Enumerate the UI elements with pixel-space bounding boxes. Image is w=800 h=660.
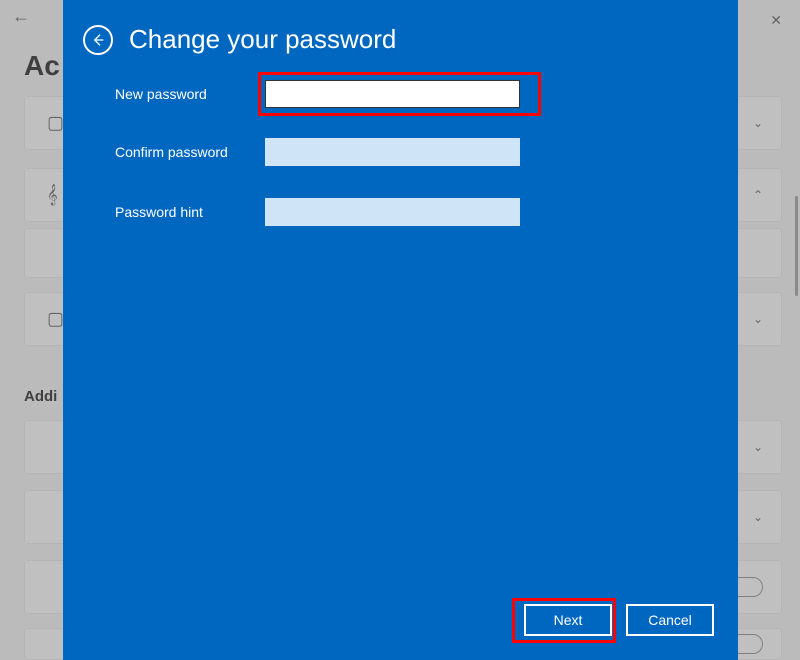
- card-icon: ▢: [47, 309, 64, 330]
- modal-title: Change your password: [129, 24, 396, 55]
- scrollbar: [795, 196, 798, 296]
- arrow-left-icon: [90, 32, 106, 48]
- back-arrow-icon: ←: [12, 6, 30, 26]
- card-icon: ▢: [47, 113, 64, 134]
- section-label: Addi: [24, 388, 57, 405]
- page-title: Ac: [24, 50, 60, 82]
- next-button[interactable]: Next: [524, 604, 612, 636]
- chevron-up-icon: ⌃: [753, 188, 763, 202]
- chevron-down-icon: ⌄: [753, 440, 763, 454]
- chevron-down-icon: ⌄: [753, 116, 763, 130]
- chevron-down-icon: ⌄: [753, 312, 763, 326]
- new-password-label: New password: [115, 86, 265, 102]
- key-icon: 𝄞: [47, 185, 58, 206]
- new-password-input[interactable]: [265, 80, 520, 108]
- back-button[interactable]: [83, 25, 113, 55]
- password-hint-input[interactable]: [265, 198, 520, 226]
- confirm-password-input[interactable]: [265, 138, 520, 166]
- close-icon: ✕: [770, 12, 782, 29]
- confirm-password-label: Confirm password: [115, 144, 265, 160]
- password-hint-label: Password hint: [115, 204, 265, 220]
- chevron-down-icon: ⌄: [753, 510, 763, 524]
- change-password-modal: Change your password New password Confir…: [63, 0, 738, 660]
- cancel-button[interactable]: Cancel: [626, 604, 714, 636]
